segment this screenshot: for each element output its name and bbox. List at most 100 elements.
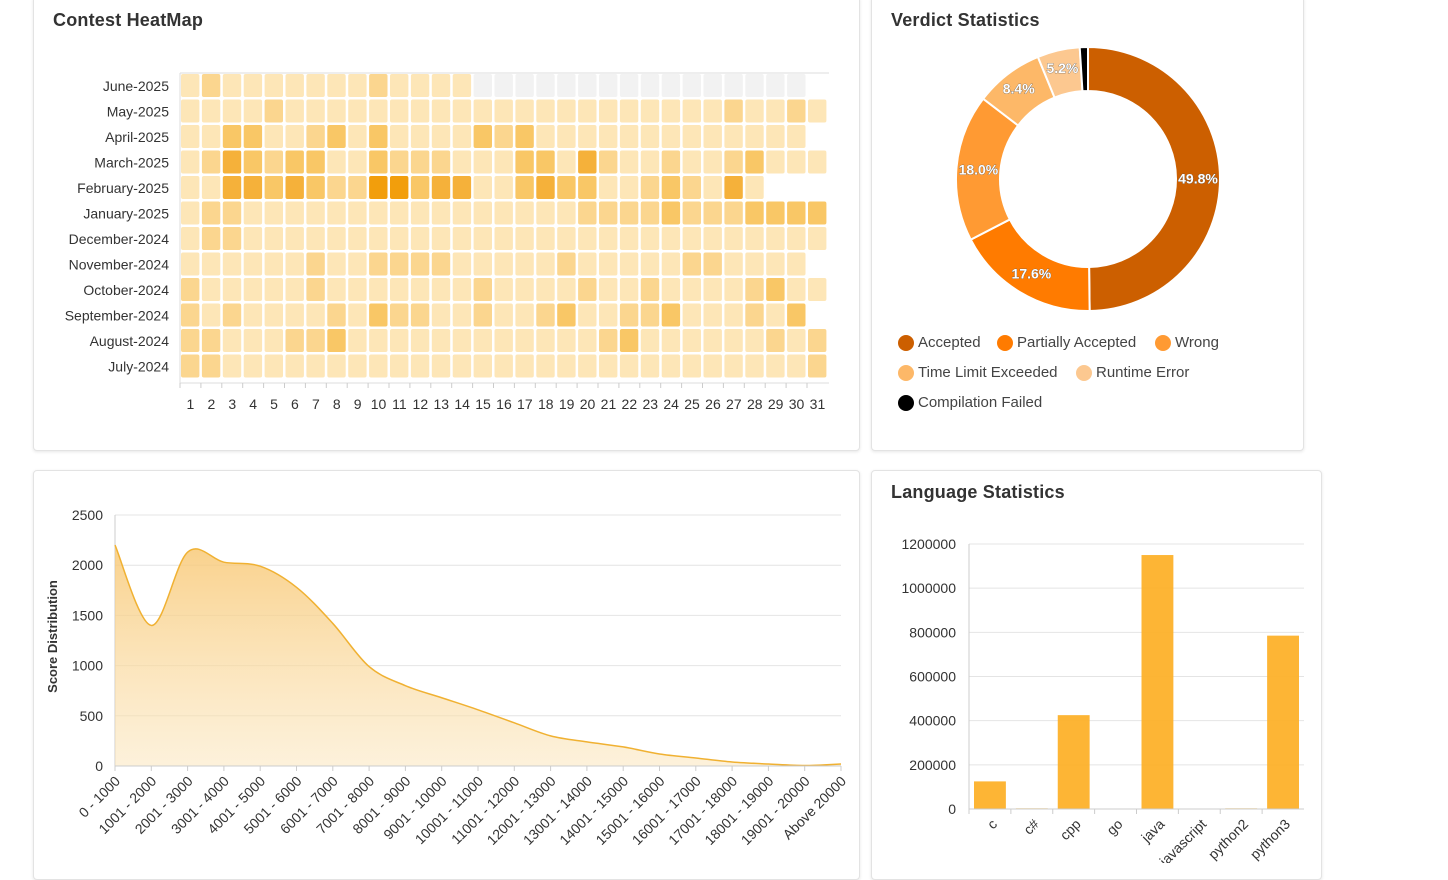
legend-dot-wrong <box>1155 335 1171 351</box>
legend-item-wrong[interactable]: Wrong <box>1155 334 1219 351</box>
heatmap-cell <box>620 278 638 301</box>
heatmap-cell <box>641 355 659 378</box>
heatmap-cell <box>495 151 513 174</box>
heatmap-cell <box>766 202 784 225</box>
heatmap-cell <box>745 202 763 225</box>
heatmap-cell <box>327 329 345 352</box>
heatmap-cell <box>432 253 450 276</box>
heatmap-cell <box>662 278 680 301</box>
heatmap-cell <box>223 125 241 148</box>
heatmap-cell <box>662 227 680 250</box>
heatmap-col-label: 13 <box>433 396 449 412</box>
heatmap-cell <box>766 125 784 148</box>
heatmap-cell <box>787 304 805 327</box>
legend-item-time-limit-exceeded[interactable]: Time Limit Exceeded <box>898 364 1058 381</box>
heatmap-cell <box>474 100 492 123</box>
heatmap-cell <box>808 202 826 225</box>
legend-item-compilation-failed[interactable]: Compilation Failed <box>898 394 1042 411</box>
heatmap-cell <box>578 253 596 276</box>
heatmap-cell <box>578 100 596 123</box>
heatmap-col-label: 12 <box>413 396 429 412</box>
heatmap-cell <box>641 125 659 148</box>
legend-label-wrong: Wrong <box>1175 334 1219 351</box>
heatmap-cell <box>348 202 366 225</box>
heatmap-cell <box>766 304 784 327</box>
language-card: Language Statistics 02000004000006000008… <box>871 470 1322 880</box>
bar-y-tick: 200000 <box>909 757 956 773</box>
heatmap-row-label: July-2024 <box>108 358 169 374</box>
heatmap-cell <box>432 151 450 174</box>
heatmap-cell <box>202 278 220 301</box>
heatmap-cell <box>223 355 241 378</box>
heatmap-cell <box>327 355 345 378</box>
heatmap-cell <box>745 253 763 276</box>
heatmap-cell <box>620 176 638 199</box>
heatmap-cell <box>724 125 742 148</box>
heatmap-cell <box>411 278 429 301</box>
language-bar-chart: 020000040000060000080000010000001200000c… <box>872 471 1323 863</box>
heatmap-cell <box>787 151 805 174</box>
heatmap-cell <box>244 202 262 225</box>
heatmap-cell <box>411 74 429 97</box>
heatmap-cell <box>808 329 826 352</box>
heatmap-cell <box>557 278 575 301</box>
heatmap-cell <box>515 100 533 123</box>
heatmap-cell <box>620 151 638 174</box>
heatmap-cell <box>390 304 408 327</box>
heatmap-cell <box>286 227 304 250</box>
heatmap-cell <box>599 227 617 250</box>
heatmap-cell <box>787 125 805 148</box>
heatmap-cell <box>474 304 492 327</box>
heatmap-cell <box>223 202 241 225</box>
heatmap-cell <box>704 100 722 123</box>
heatmap-cell <box>620 74 638 97</box>
legend-item-accepted[interactable]: Accepted <box>898 334 981 351</box>
heatmap-cell <box>599 74 617 97</box>
heatmap-cell <box>683 329 701 352</box>
heatmap-cell <box>662 151 680 174</box>
heatmap-cell <box>515 278 533 301</box>
heatmap-col-label: 7 <box>312 396 320 412</box>
heatmap-cell <box>286 304 304 327</box>
heatmap-cell <box>306 202 324 225</box>
heatmap-cell <box>557 100 575 123</box>
heatmap-cell <box>536 253 554 276</box>
heatmap-cell <box>515 304 533 327</box>
heatmap-cell <box>599 355 617 378</box>
area-y-tick: 1000 <box>72 658 103 674</box>
heatmap-cell <box>390 176 408 199</box>
heatmap-cell <box>620 100 638 123</box>
heatmap-cell <box>390 253 408 276</box>
heatmap-cell <box>578 278 596 301</box>
heatmap-cell <box>808 355 826 378</box>
heatmap-cell <box>223 329 241 352</box>
heatmap-cell <box>411 227 429 250</box>
heatmap-cell <box>641 227 659 250</box>
heatmap-col-label: 17 <box>517 396 533 412</box>
heatmap-row-label: April-2025 <box>105 129 169 145</box>
bar-x-label: go <box>1103 816 1125 838</box>
heatmap-cell <box>327 151 345 174</box>
heatmap-cell <box>223 100 241 123</box>
heatmap-cell <box>202 304 220 327</box>
heatmap-cell <box>683 151 701 174</box>
bar-x-label: javascript <box>1156 816 1210 863</box>
bar-rect <box>1142 555 1174 809</box>
heatmap-cell <box>745 100 763 123</box>
heatmap-cell <box>495 253 513 276</box>
heatmap-col-label: 3 <box>228 396 236 412</box>
legend-item-runtime-error[interactable]: Runtime Error <box>1076 364 1189 381</box>
heatmap-cell <box>202 74 220 97</box>
heatmap-cell <box>369 304 387 327</box>
heatmap-cell <box>474 176 492 199</box>
legend-label-accepted: Accepted <box>918 334 981 351</box>
heatmap-cell <box>390 329 408 352</box>
heatmap-cell <box>599 100 617 123</box>
heatmap-cell <box>578 355 596 378</box>
heatmap-cell <box>306 125 324 148</box>
heatmap-col-label: 26 <box>705 396 721 412</box>
heatmap-col-label: 16 <box>496 396 512 412</box>
legend-item-partially-accepted[interactable]: Partially Accepted <box>997 334 1136 351</box>
heatmap-cell <box>724 227 742 250</box>
heatmap-cell <box>745 355 763 378</box>
